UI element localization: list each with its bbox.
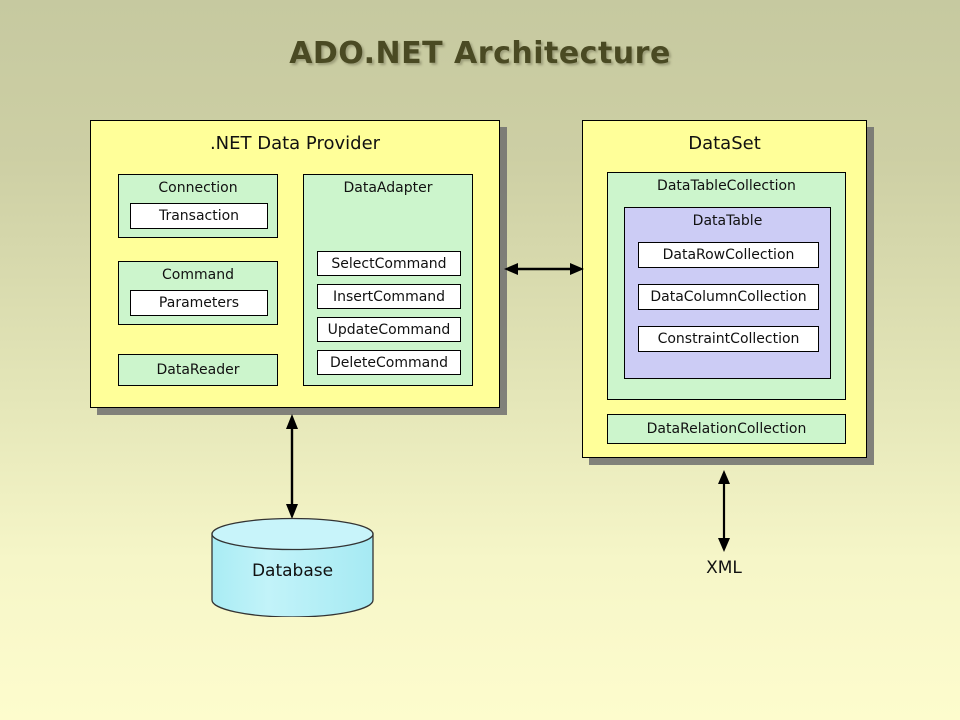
datatablecollection-group[interactable]: DataTableCollection DataTable DataRowCol… [607,172,846,400]
datatable-group[interactable]: DataTable DataRowCollection DataColumnCo… [624,207,831,379]
parameters-box[interactable]: Parameters [130,290,268,316]
provider-to-database-arrow [281,414,303,519]
dataset-title: DataSet [688,133,761,154]
database-label: Database [251,561,334,581]
datarelationcollection-box[interactable]: DataRelationCollection [607,414,846,444]
dataset-to-xml-arrow [713,470,735,552]
provider-to-dataset-arrow [504,258,584,280]
command-group[interactable]: Command Parameters [118,261,278,325]
connection-group[interactable]: Connection Transaction [118,174,278,238]
updatecommand-box[interactable]: UpdateCommand [317,317,461,342]
datarelationcollection-label: DataRelationCollection [646,421,807,437]
command-label: Command [162,267,234,283]
transaction-box[interactable]: Transaction [130,203,268,229]
connection-label: Connection [158,180,238,196]
database-cylinder[interactable]: Database [210,517,375,617]
insertcommand-box[interactable]: InsertCommand [317,284,461,309]
datatablecollection-label: DataTableCollection [657,178,796,194]
dataset-panel: DataSet DataTableCollection DataTable Da… [582,120,867,458]
datacolumncollection-box[interactable]: DataColumnCollection [638,284,819,310]
page-title: ADO.NET Architecture [289,36,671,71]
datarowcollection-box[interactable]: DataRowCollection [638,242,819,268]
dataadapter-label: DataAdapter [343,180,433,196]
dataadapter-group[interactable]: DataAdapter SelectCommand InsertCommand … [303,174,473,386]
selectcommand-box[interactable]: SelectCommand [317,251,461,276]
datatable-label: DataTable [692,213,763,229]
xml-label: XML [706,558,742,578]
net-data-provider-panel: .NET Data Provider Connection Transactio… [90,120,500,408]
constraintcollection-box[interactable]: ConstraintCollection [638,326,819,352]
deletecommand-box[interactable]: DeleteCommand [317,350,461,375]
diagram-canvas: ADO.NET Architecture .NET Data Provider … [0,0,960,720]
datareader-box[interactable]: DataReader [118,354,278,386]
datareader-label: DataReader [156,362,240,378]
net-data-provider-title: .NET Data Provider [209,133,381,154]
